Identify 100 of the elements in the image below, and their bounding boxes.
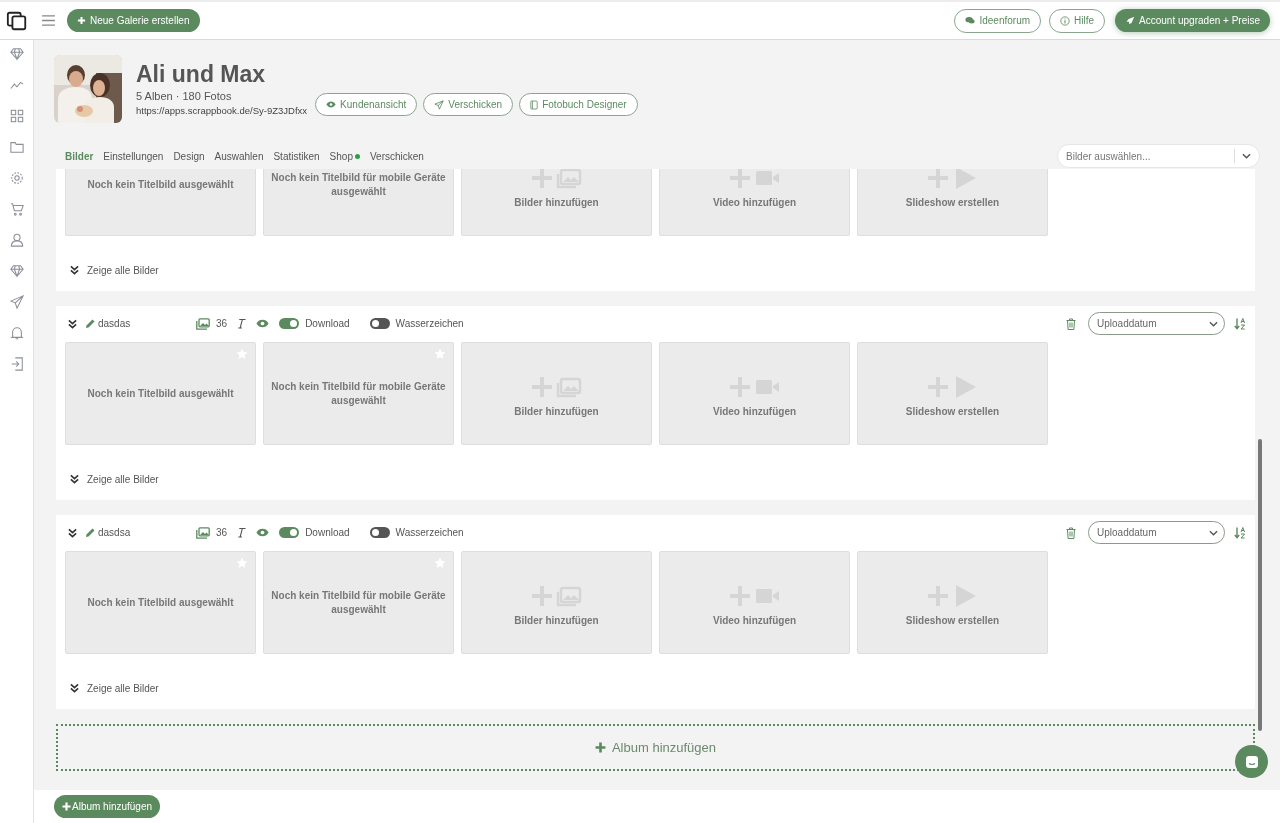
text-format-icon[interactable] <box>237 527 247 538</box>
add-video-tile[interactable]: Video hinzufügen <box>659 551 850 654</box>
customer-view-button[interactable]: Kundenansicht <box>315 93 418 116</box>
tab[interactable]: Design <box>168 150 210 162</box>
cover-placeholder[interactable]: Noch kein Titelbild ausgewählt <box>65 342 256 445</box>
placeholder-text: Noch kein Titelbild für mobile Geräte ausgewählt <box>270 588 447 617</box>
tile-label: Slideshow erstellen <box>904 404 1001 419</box>
watermark-toggle[interactable] <box>369 527 390 538</box>
toggle-label: Wasserzeichen <box>395 318 464 329</box>
trash-icon[interactable] <box>1066 526 1076 539</box>
slideshow-tile[interactable]: Slideshow erstellen <box>857 551 1048 654</box>
send-button[interactable]: Verschicken <box>423 93 514 116</box>
gallery-stats: 5 Alben · 180 Fotos <box>136 90 233 102</box>
show-all-link[interactable]: Zeige alle Bilder <box>87 473 159 485</box>
tab[interactable]: Bilder <box>60 150 99 162</box>
send-icon[interactable] <box>9 295 24 309</box>
gallery-link[interactable]: https://apps.scrappbook.de/Sy-9Z3JDfxx <box>136 105 308 116</box>
image-count: 36 <box>216 527 228 538</box>
slideshow-tile[interactable]: Slideshow erstellen <box>857 169 1048 236</box>
chevron-down-icon[interactable] <box>1242 153 1251 159</box>
eye-icon <box>326 101 337 108</box>
download-toggle[interactable] <box>279 527 300 538</box>
add-album-area[interactable]: Album hinzufügen <box>56 724 1255 771</box>
add-images-tile[interactable]: Bilder hinzufügen <box>461 169 652 236</box>
book-icon <box>530 99 539 110</box>
expand-icon[interactable] <box>70 265 79 275</box>
collapse-icon[interactable] <box>68 527 77 538</box>
photobook-button[interactable]: Fotobuch Designer <box>519 93 638 116</box>
eye-icon[interactable] <box>256 528 270 537</box>
expand-icon[interactable] <box>70 474 79 484</box>
plus-icon <box>594 742 606 753</box>
add-album-button[interactable]: Album hinzufügen <box>54 795 161 818</box>
tile-label: Video hinzufügen <box>711 613 798 628</box>
add-images-tile[interactable]: Bilder hinzufügen <box>461 551 652 654</box>
cover-placeholder[interactable]: Noch kein Titelbild ausgewählt <box>65 169 256 236</box>
chat-icon <box>1244 754 1259 769</box>
placeholder-text: Noch kein Titelbild ausgewählt <box>86 595 235 610</box>
upgrade-button[interactable]: Account upgraden + Preise <box>1115 9 1270 32</box>
image-select-field[interactable]: Bilder auswählen... <box>1057 144 1260 168</box>
grid-icon[interactable] <box>9 109 24 123</box>
rocket-icon <box>1125 15 1136 26</box>
toggle-label: Wasserzeichen <box>395 527 464 538</box>
add-images-tile[interactable]: Bilder hinzufügen <box>461 342 652 445</box>
logo-icon[interactable] <box>6 9 28 32</box>
cover-placeholder[interactable]: Noch kein Titelbild für mobile Geräte ausgewählt <box>263 342 454 445</box>
tile-label: Video hinzufügen <box>711 195 798 210</box>
tab[interactable]: Einstellungen <box>98 150 169 162</box>
diamond-icon[interactable] <box>9 264 24 278</box>
placeholder-text: Noch kein Titelbild für mobile Geräte ausgewählt <box>270 170 447 199</box>
tab[interactable]: Statistiken <box>268 150 325 162</box>
tile-label: Bilder hinzufügen <box>513 613 600 628</box>
tab[interactable]: Shop <box>324 150 365 162</box>
gear-icon[interactable] <box>9 171 24 185</box>
watermark-toggle[interactable] <box>369 318 390 329</box>
plus-icon <box>62 802 71 811</box>
tab[interactable]: Auswahlen <box>209 150 269 162</box>
text-format-icon[interactable] <box>237 318 247 329</box>
eye-icon[interactable] <box>256 319 270 328</box>
cover-placeholder[interactable]: Noch kein Titelbild ausgewählt <box>65 551 256 654</box>
trash-icon[interactable] <box>1066 317 1076 330</box>
show-all-link[interactable]: Zeige alle Bilder <box>87 682 159 694</box>
logout-icon[interactable] <box>9 357 24 371</box>
sort-dropdown[interactable]: Uploaddatum <box>1088 312 1225 335</box>
scrollbar-thumb[interactable] <box>1258 439 1262 731</box>
gallery-title: Ali und Max <box>136 61 267 88</box>
sort-icon[interactable] <box>1234 526 1246 539</box>
sort-dropdown[interactable]: Uploaddatum <box>1088 521 1225 544</box>
chat-button[interactable] <box>1235 745 1268 778</box>
user-icon[interactable] <box>9 233 24 247</box>
diamond-icon[interactable] <box>9 47 24 61</box>
pencil-icon[interactable] <box>85 318 95 329</box>
show-all-link[interactable]: Zeige alle Bilder <box>87 264 159 276</box>
cover-placeholder[interactable]: Noch kein Titelbild für mobile Geräte ausgewählt <box>263 551 454 654</box>
cover-placeholder[interactable]: Noch kein Titelbild für mobile Geräte ausgewählt <box>263 169 454 236</box>
expand-icon[interactable] <box>70 683 79 693</box>
images-icon <box>196 526 210 539</box>
tile-label: Slideshow erstellen <box>904 195 1001 210</box>
folder-icon[interactable] <box>9 140 24 154</box>
bell-icon[interactable] <box>9 326 24 340</box>
tile-label: Bilder hinzufügen <box>513 195 600 210</box>
sort-icon[interactable] <box>1234 317 1246 330</box>
menu-icon[interactable] <box>42 15 55 26</box>
collapse-icon[interactable] <box>68 318 77 329</box>
chevron-down-icon <box>1209 529 1218 536</box>
add-video-tile[interactable]: Video hinzufügen <box>659 169 850 236</box>
pencil-icon[interactable] <box>85 527 95 538</box>
album-name[interactable]: dasdsa <box>98 527 190 538</box>
download-toggle[interactable] <box>279 318 300 329</box>
tab[interactable]: Verschicken <box>364 150 429 162</box>
info-icon <box>1060 15 1071 26</box>
chat-bubbles-icon <box>965 16 976 25</box>
cart-icon[interactable] <box>9 202 24 216</box>
slideshow-tile[interactable]: Slideshow erstellen <box>857 342 1048 445</box>
help-button[interactable]: Hilfe <box>1049 8 1106 33</box>
placeholder-text: Noch kein Titelbild ausgewählt <box>86 386 235 401</box>
images-icon <box>196 317 210 330</box>
forum-button[interactable]: Ideenforum <box>954 8 1042 33</box>
album-name[interactable]: dasdas <box>98 318 190 329</box>
new-gallery-button[interactable]: Neue Galerie erstellen <box>67 9 200 32</box>
add-video-tile[interactable]: Video hinzufügen <box>659 342 850 445</box>
